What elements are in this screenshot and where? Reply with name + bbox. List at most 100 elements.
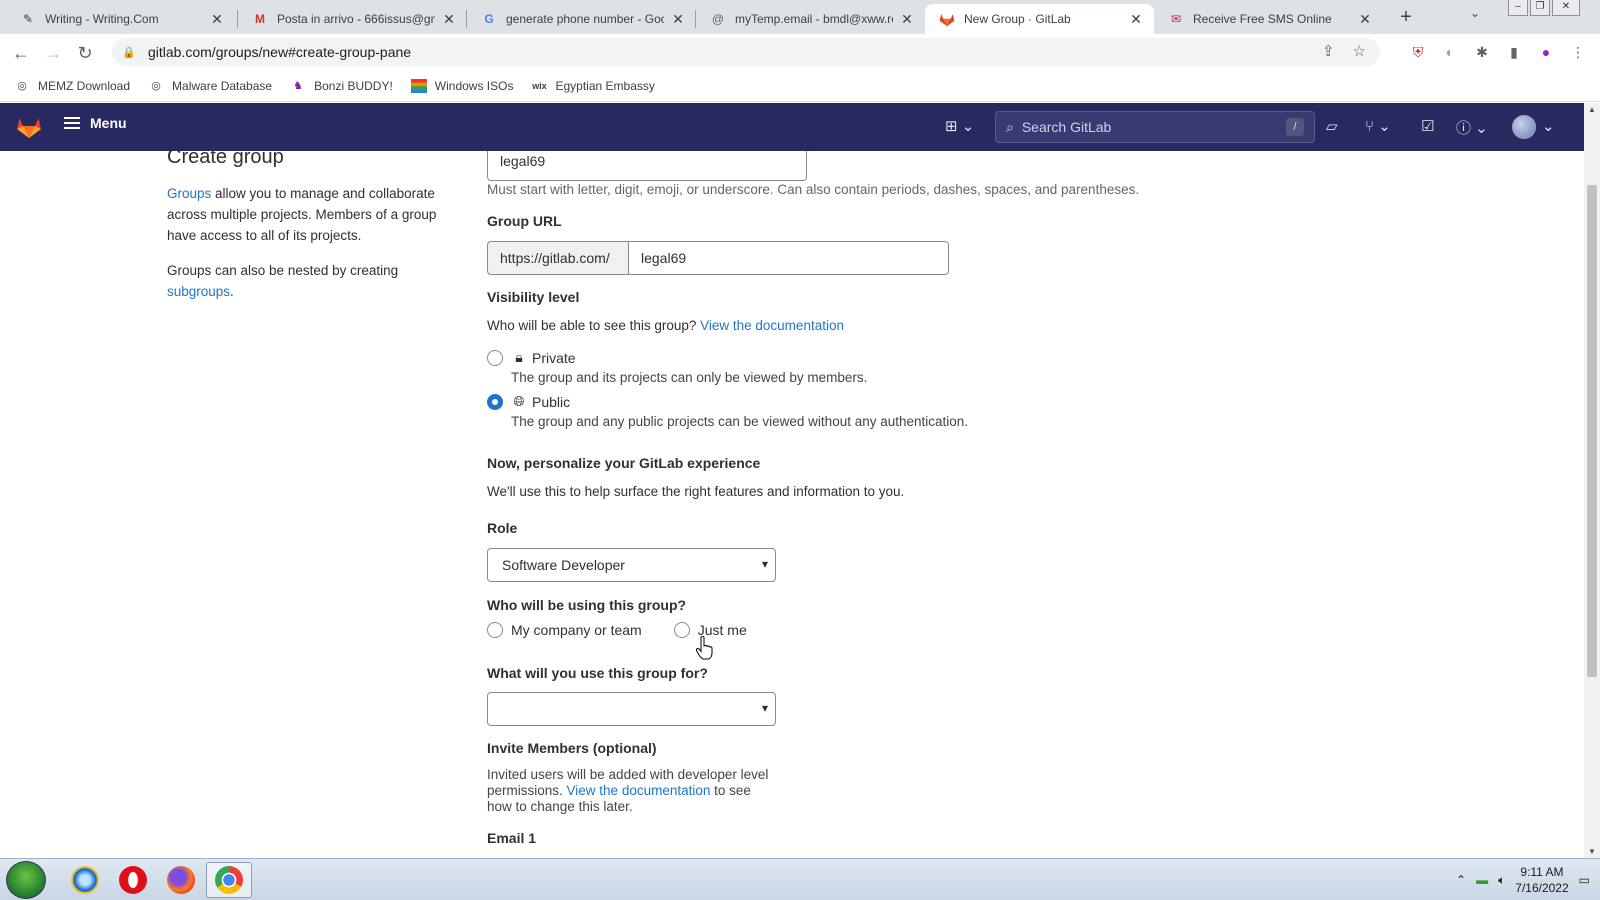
groups-link[interactable]: Groups (167, 186, 211, 201)
browser-tab-strip: ✎ Writing - Writing.Com ✕ M Posta in arr… (0, 0, 1600, 34)
extensions-puzzle-icon[interactable]: ✱ (1472, 42, 1492, 62)
scroll-down-arrow-icon[interactable]: ▼ (1584, 847, 1600, 856)
public-label: Public (532, 393, 571, 410)
sms-icon: ✉ (1170, 12, 1182, 26)
window-close-button[interactable]: ✕ (1552, 0, 1580, 16)
public-radio[interactable] (487, 393, 503, 410)
group-url-prefix: https://gitlab.com/ (487, 241, 628, 275)
reload-icon[interactable]: ↻ (72, 40, 98, 66)
gitlab-top-nav: Menu ⊞ ⌄ ⌕ Search GitLab / ▱ ⑂ ⌄ ☑ ⓘ ⌄ ⌄ (0, 103, 1584, 151)
visibility-label: Visibility level (487, 289, 580, 305)
search-icon: ⌕ (1006, 118, 1014, 135)
use-label: What will you use this group for? (487, 665, 708, 681)
globe-icon: ◎ (151, 79, 161, 92)
bookmark-item[interactable]: ◎ Malware Database (148, 79, 272, 93)
browser-tab-active[interactable]: New Group · GitLab ✕ (925, 4, 1154, 34)
side-panel-icon[interactable]: ▮ (1504, 42, 1524, 62)
forward-arrow-icon[interactable]: → (40, 40, 66, 66)
browser-tab[interactable]: ✉ Receive Free SMS Online ✕ (1154, 4, 1383, 34)
minimize-button[interactable]: – (1508, 0, 1528, 16)
bookmark-item[interactable]: Windows ISOs (410, 78, 513, 93)
tab-title: Receive Free SMS Online (1193, 12, 1332, 26)
scrollbar-thumb[interactable] (1587, 185, 1597, 677)
use-select[interactable]: ▾ (487, 692, 776, 726)
clock[interactable]: 9:11 AM 7/16/2022 (1515, 864, 1568, 896)
start-button[interactable] (6, 861, 46, 899)
extension-flag-icon[interactable]: ◐ (1440, 42, 1460, 62)
menu-button[interactable]: Menu (64, 115, 127, 131)
volume-icon[interactable]: 🔈︎ (1498, 873, 1505, 888)
group-url-input[interactable]: legal69 (628, 241, 949, 275)
tray-expand-icon[interactable]: ⌃ (1456, 873, 1466, 887)
merge-requests-icon[interactable]: ⑂ ⌄ (1365, 117, 1391, 135)
close-icon[interactable]: ✕ (670, 11, 686, 28)
close-icon[interactable]: ✕ (209, 11, 225, 28)
firefox-icon[interactable] (158, 862, 204, 898)
subgroups-link[interactable]: subgroups (167, 284, 230, 299)
role-label: Role (487, 520, 518, 536)
close-icon[interactable]: ✕ (1357, 11, 1373, 28)
lock-icon: 🔒︎ (515, 349, 523, 365)
address-bar[interactable]: 🔒 gitlab.com/groups/new#create-group-pan… (112, 38, 1380, 66)
chevron-down-icon: ▾ (761, 701, 768, 715)
browser-tab[interactable]: M Posta in arrivo - 666issus@gma ✕ (238, 4, 467, 34)
bookmark-star-icon[interactable]: ☆ (1353, 42, 1366, 60)
browser-tab[interactable]: G generate phone number - Goo ✕ (467, 4, 696, 34)
internet-explorer-icon[interactable] (62, 862, 108, 898)
action-center-icon[interactable]: ▭ (1579, 873, 1590, 887)
globe-icon: ◎ (17, 79, 27, 92)
visibility-doc-link[interactable]: View the documentation (700, 318, 844, 333)
todo-icon[interactable]: ☑ (1421, 117, 1434, 135)
profile-avatar-icon[interactable]: ● (1536, 42, 1556, 62)
intro-paragraph: Groups allow you to manage and collabora… (167, 183, 447, 246)
bookmark-item[interactable]: ◎ MEMZ Download (14, 79, 130, 93)
chrome-icon[interactable] (206, 862, 252, 898)
private-radio[interactable] (487, 349, 503, 366)
create-new-icon[interactable]: ⊞ ⌄ (945, 117, 974, 135)
opera-icon[interactable] (110, 862, 156, 898)
gitlab-icon (939, 11, 955, 27)
browser-tab[interactable]: ✎ Writing - Writing.Com ✕ (6, 4, 235, 34)
browser-tab[interactable]: @ myTemp.email - bmdl@xww.ro ✕ (696, 4, 925, 34)
share-icon[interactable]: ⇪ (1322, 42, 1335, 60)
clock-time: 9:11 AM (1520, 865, 1564, 879)
page-scrollbar[interactable]: ▲ ▼ (1584, 103, 1600, 858)
kebab-menu-icon[interactable]: ⋮ (1568, 42, 1588, 62)
tab-search-chevron-icon[interactable]: ⌄ (1470, 6, 1480, 20)
new-tab-button[interactable]: + (1394, 5, 1418, 29)
close-icon[interactable]: ✕ (441, 11, 457, 28)
close-icon[interactable]: ✕ (1128, 11, 1144, 28)
gitlab-logo-icon[interactable] (16, 115, 42, 139)
hand-cursor-icon (695, 635, 716, 660)
search-box[interactable]: ⌕ Search GitLab / (995, 111, 1315, 143)
back-arrow-icon[interactable]: ← (8, 40, 34, 66)
network-icon[interactable]: ▬ (1476, 873, 1488, 887)
extension-shield-icon[interactable]: ⛨ (1408, 42, 1428, 62)
company-radio[interactable] (487, 622, 503, 638)
help-icon[interactable]: ⓘ ⌄ (1456, 117, 1488, 138)
close-icon[interactable]: ✕ (899, 11, 915, 28)
user-avatar[interactable] (1512, 115, 1536, 139)
visibility-option-private[interactable]: 🔒︎ Private The group and its projects ca… (487, 349, 867, 385)
create-group-intro: Create group Groups allow you to manage … (167, 151, 447, 316)
visibility-option-public[interactable]: 🌐︎ Public The group and any public proje… (487, 393, 968, 429)
bookmark-item[interactable]: ♞ Bonzi BUDDY! (290, 79, 393, 93)
issues-icon[interactable]: ▱ (1326, 117, 1338, 135)
role-select[interactable]: Software Developer ▾ (487, 548, 776, 582)
system-tray: ⌃ ▬ 🔈︎ 9:11 AM 7/16/2022 ▭ (1456, 859, 1600, 900)
bookmarks-bar: ◎ MEMZ Download ◎ Malware Database ♞ Bon… (0, 70, 1600, 102)
url-text: gitlab.com/groups/new#create-group-pane (148, 44, 412, 60)
gmail-icon: M (255, 12, 265, 26)
browser-toolbar: ← → ↻ 🔒 gitlab.com/groups/new#create-gro… (0, 34, 1600, 70)
who-option-company[interactable]: My company or team (487, 622, 642, 638)
main-content: Create group Groups allow you to manage … (0, 151, 1584, 858)
tab-title: generate phone number - Goo (506, 12, 664, 26)
restore-button[interactable]: ❐ (1530, 0, 1550, 16)
bookmark-item[interactable]: wix Egyptian Embassy (531, 79, 655, 93)
just-me-radio[interactable] (673, 622, 690, 638)
private-description: The group and its projects can only be v… (511, 370, 868, 385)
chevron-down-icon[interactable]: ⌄ (1542, 117, 1555, 135)
scroll-up-arrow-icon[interactable]: ▲ (1584, 105, 1600, 114)
company-label: My company or team (511, 622, 642, 638)
group-name-input[interactable]: legal69 (487, 151, 807, 181)
